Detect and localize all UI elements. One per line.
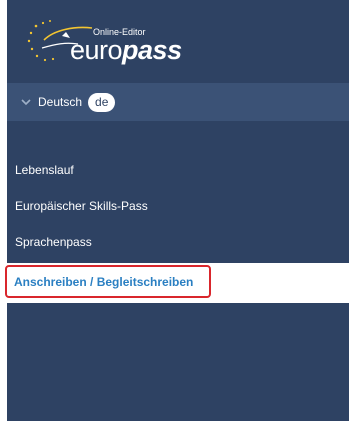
language-selector[interactable]: Deutsch de — [7, 83, 349, 121]
nav-item-active-row: Anschreiben / Begleitschreiben — [0, 263, 349, 303]
language-label: Deutsch — [38, 95, 83, 109]
document-nav: Lebenslauf Europäischer Skills-Pass Spra… — [7, 152, 349, 260]
chevron-down-icon — [20, 96, 32, 108]
nav-item-label: Anschreiben / Begleitschreiben — [14, 274, 194, 289]
nav-item-label: Sprachenpass — [15, 235, 92, 249]
nav-item-sprachenpass[interactable]: Sprachenpass — [7, 224, 349, 260]
logo-pass: pass — [122, 35, 182, 65]
logo-euro: euro — [70, 35, 123, 65]
nav-item-lebenslauf[interactable]: Lebenslauf — [7, 152, 349, 188]
nav-item-label: Lebenslauf — [15, 163, 74, 177]
nav-item-label: Europäischer Skills-Pass — [15, 199, 148, 213]
language-code-badge: de — [88, 92, 116, 112]
logo-wordmark: europass — [70, 35, 182, 66]
europass-logo[interactable]: Online-Editor europass — [26, 18, 186, 72]
nav-item-skills-pass[interactable]: Europäischer Skills-Pass — [7, 188, 349, 224]
nav-item-anschreiben[interactable]: Anschreiben / Begleitschreiben — [5, 265, 211, 298]
